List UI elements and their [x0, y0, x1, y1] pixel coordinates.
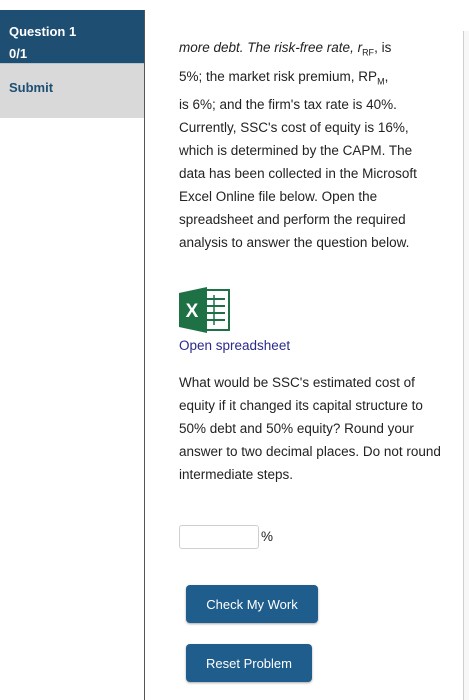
reset-problem-label: Reset Problem — [206, 655, 292, 671]
question-title: Question 1 — [9, 24, 77, 39]
question-sidebar: Question 1 0/1 Submit — [0, 10, 145, 700]
rf-subscript: RF — [362, 47, 375, 58]
submit-button[interactable]: Submit — [0, 63, 144, 118]
excel-icon[interactable]: X — [179, 287, 231, 333]
question-header[interactable]: Question 1 0/1 — [0, 10, 144, 63]
check-my-work-button[interactable]: Check My Work — [186, 585, 318, 623]
excel-icon-letter: X — [186, 301, 199, 322]
percent-unit: % — [261, 529, 274, 544]
submit-label: Submit — [9, 80, 54, 95]
question-score: 0/1 — [9, 46, 28, 61]
problem-line-2: 5%; the market risk premium, RPM, — [179, 68, 389, 87]
problem-line-1: more debt. The risk-free rate, rRF, is — [179, 40, 392, 58]
scrollbar-track[interactable] — [463, 31, 469, 700]
problem-text: more debt. The risk-free rate, rRF, is 5… — [179, 36, 439, 254]
problem-body: is 6%; and the firm's tax rate is 40%. C… — [179, 97, 417, 251]
question-text: What would be SSC's estimated cost of eq… — [179, 375, 441, 482]
answer-input[interactable] — [179, 525, 259, 549]
open-spreadsheet-link[interactable]: Open spreadsheet — [179, 338, 290, 353]
reset-problem-button[interactable]: Reset Problem — [186, 644, 312, 682]
check-my-work-label: Check My Work — [206, 596, 298, 612]
rpm-subscript: M — [377, 76, 385, 87]
